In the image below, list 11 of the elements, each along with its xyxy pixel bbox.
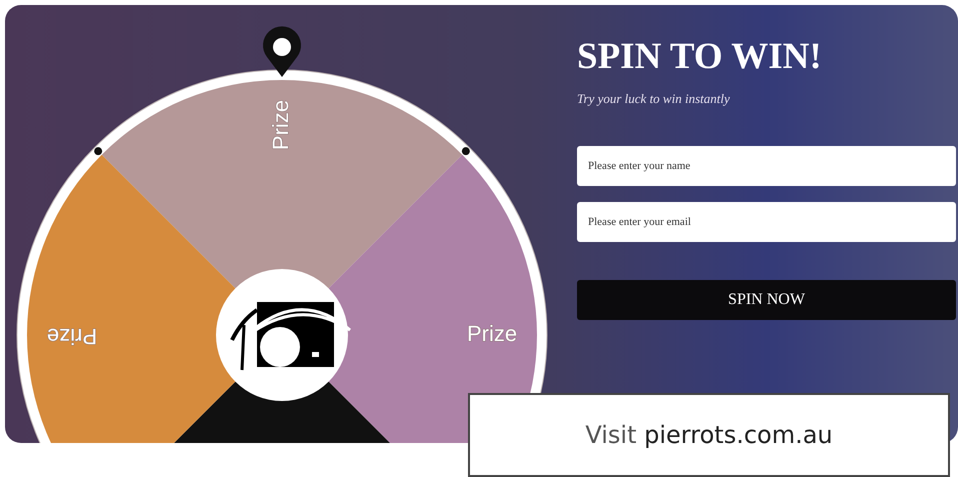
text-field[interactable]: Please enter your email bbox=[577, 202, 956, 242]
visit-text: Visit pierrots.com.au bbox=[585, 420, 833, 451]
rim-dot-icon bbox=[462, 147, 470, 156]
segment-label: Prize bbox=[268, 100, 293, 150]
form-title: SPIN TO WIN! bbox=[577, 35, 823, 79]
form-subtitle: Try your luck to win instantly bbox=[577, 90, 731, 108]
text-field[interactable]: Please enter your name bbox=[577, 146, 956, 186]
spin-button[interactable]: SPIN NOW bbox=[577, 280, 956, 320]
segment-label: Prize bbox=[46, 324, 98, 350]
rim-dot-icon bbox=[94, 147, 102, 156]
segment-label: Prize bbox=[466, 320, 518, 346]
